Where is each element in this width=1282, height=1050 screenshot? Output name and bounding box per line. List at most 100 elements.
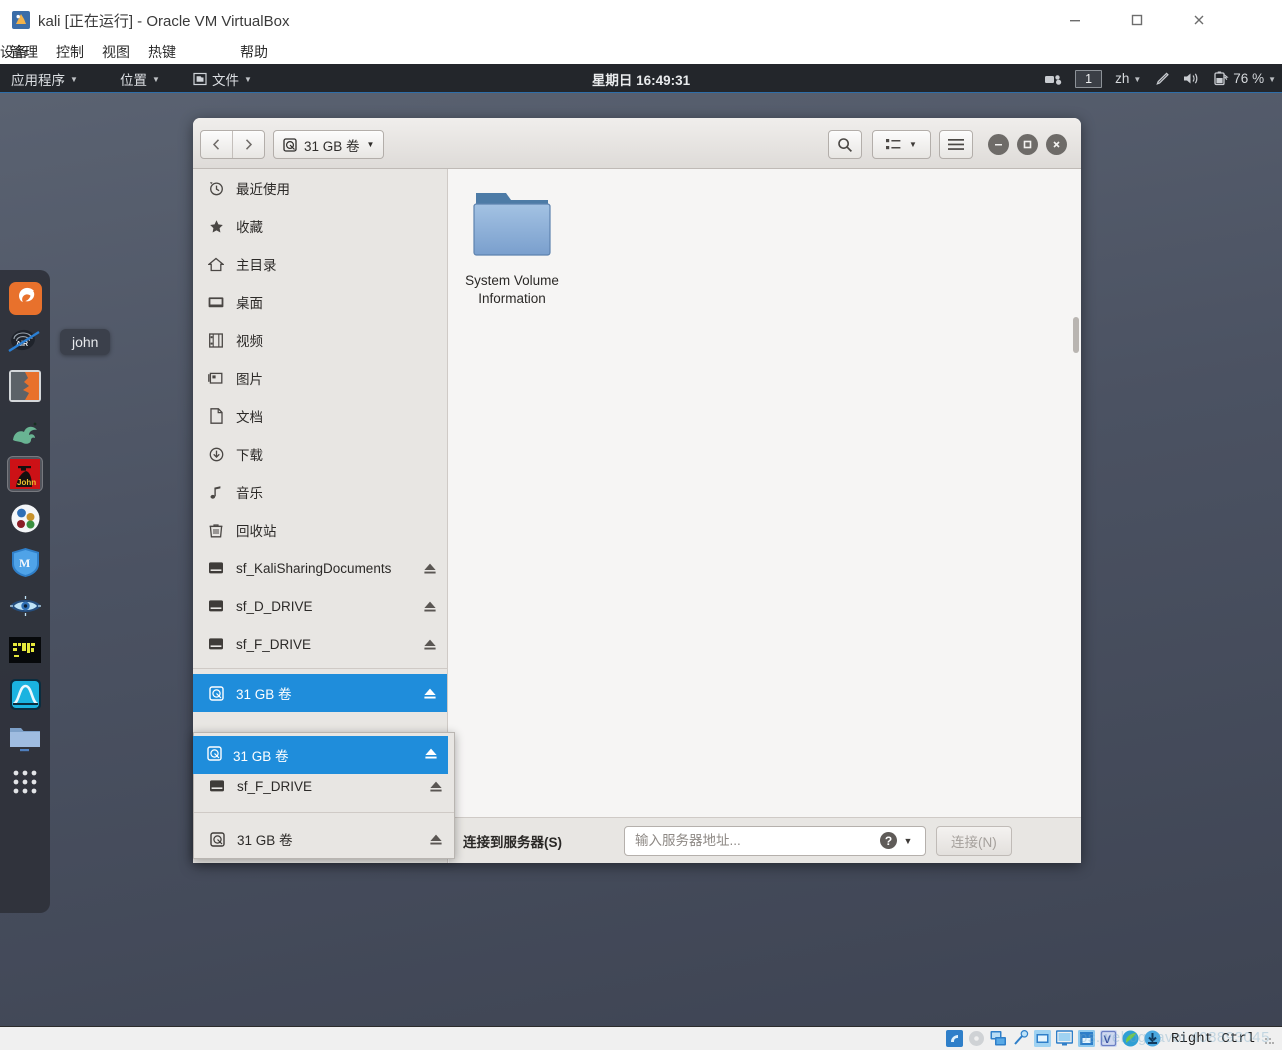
file-list-view[interactable]: System Volume Information [448,169,1081,863]
panel-workspace-indicator[interactable]: 1 [1075,69,1103,88]
sidebar-item-documents[interactable]: 文档 [193,397,447,435]
dock-item-files[interactable] [7,720,43,756]
help-icon[interactable]: ? [880,832,897,849]
eject-icon[interactable] [428,833,444,846]
sidebar-item-label: sf_KaliSharingDocuments [236,560,392,576]
drive-icon [207,685,225,701]
drive-icon [207,746,222,764]
optical-disc-icon[interactable] [968,1030,985,1047]
panel-input-source[interactable]: zh ▼ [1115,71,1141,86]
fm-close-button[interactable] [1046,134,1067,155]
network-drive-icon [207,561,225,575]
dock-item-terminal[interactable] [7,632,43,668]
sidebar-item-label: 图片 [236,372,263,387]
burpsuite-icon [9,370,41,402]
virtualization-icon[interactable]: V [1099,1030,1117,1047]
host-window-title: kali [正在运行] - Oracle VM VirtualBox [38,13,290,30]
trash-icon [207,523,225,538]
chevron-down-icon: ▼ [1268,75,1276,84]
host-menu-control[interactable]: 控制 [56,42,84,62]
sidebar-item-label: 下载 [236,448,263,463]
display-icon[interactable] [1055,1030,1073,1047]
chevron-down-icon[interactable]: ▼ [897,836,919,846]
sidebar-item-videos[interactable]: 视频 [193,321,447,359]
places-sidebar-list: 最近使用 收藏 主目录 桌面 视频 图片 文档 下载 音乐 回收站 sf_Kal… [193,169,447,712]
host-menu-view[interactable]: 视图 [102,42,130,62]
sidebar-item-desktop[interactable]: 桌面 [193,283,447,321]
film-icon [207,332,225,348]
panel-battery-indicator[interactable]: 76 % ▼ [1213,71,1276,86]
sidebar-item-downloads[interactable]: 下载 [193,435,447,473]
dock-item-burpsuite[interactable] [7,368,43,404]
sidebar-item-31gb-volume[interactable]: 31 GB 卷 [193,674,447,712]
sidebar-item-home[interactable]: 主目录 [193,245,447,283]
sidebar-item-label: 回收站 [236,524,277,539]
eject-icon[interactable] [428,780,444,793]
navigation-buttons [200,130,265,159]
shared-folder-icon[interactable] [1033,1030,1051,1047]
path-bar-button[interactable]: 31 GB 卷 ▼ [273,130,385,159]
sidebar-item-recent[interactable]: 最近使用 [193,169,447,207]
hdd-icon[interactable] [945,1030,963,1047]
eject-icon[interactable] [422,562,438,575]
panel-stylus-indicator[interactable] [1154,71,1170,87]
dock-item-aircrack-ng[interactable]: AiR [7,324,43,360]
dock-item-firefox-esr[interactable] [7,280,43,316]
connect-button[interactable]: 连接(N) [936,825,1012,856]
popup-item-31gb-volume[interactable]: 31 GB 卷 [194,818,454,858]
server-address-field[interactable]: ? ▼ [624,825,926,856]
eject-icon[interactable] [422,638,438,651]
forward-button[interactable] [233,131,264,158]
host-menu-hotkeys[interactable]: 热键 [148,42,176,62]
content-scrollbar[interactable] [1073,317,1079,353]
connect-to-server-label: 连接到服务器(S) [463,834,562,850]
resize-grip-icon[interactable] [1264,1033,1274,1045]
panel-volume-indicator[interactable] [1183,71,1200,86]
sidebar-item-trash[interactable]: 回收站 [193,511,447,549]
back-button[interactable] [201,131,233,158]
battery-charging-icon [1214,71,1229,86]
sidebar-item-sf-kalisharingdocuments[interactable]: sf_KaliSharingDocuments [193,549,447,587]
file-item[interactable]: System Volume Information [456,179,568,316]
eject-icon[interactable] [424,747,438,763]
host-maximize-button[interactable] [1124,7,1150,33]
host-minimize-button[interactable] [1062,7,1088,33]
host-close-button[interactable] [1186,7,1212,33]
mouse-integration-icon[interactable] [1122,1030,1139,1047]
server-address-input[interactable] [635,833,880,848]
sidebar-item-music[interactable]: 音乐 [193,473,447,511]
view-mode-button[interactable]: ▼ [872,130,931,159]
sidebar-item-starred[interactable]: 收藏 [193,207,447,245]
eject-icon[interactable] [422,687,438,700]
sidebar-item-label: 文档 [236,410,263,425]
panel-screencast-indicator[interactable] [1045,72,1062,86]
places-sidebar-dragged-row[interactable]: 31 GB 卷 [193,736,448,774]
host-menu-help[interactable]: 帮助 [240,42,268,62]
dock-item-beef[interactable] [7,500,43,536]
usb-icon[interactable] [1012,1030,1029,1047]
dock-item-sqlmap[interactable] [7,412,43,448]
recording-icon[interactable] [1077,1030,1095,1047]
dock-item-maltego[interactable] [7,588,43,624]
dock-item-wireshark[interactable] [7,676,43,712]
dock-item-metasploit[interactable]: M [7,544,43,580]
dock-item-show-applications[interactable] [7,764,43,800]
network-icon[interactable] [990,1030,1007,1047]
fm-minimize-button[interactable] [988,134,1009,155]
terminal-icon [9,637,41,663]
sidebar-item-sf-f-drive[interactable]: sf_F_DRIVE [193,625,447,663]
stylus-icon [1156,71,1170,85]
sidebar-item-pictures[interactable]: 图片 [193,359,447,397]
keyboard-icon[interactable] [1144,1030,1161,1047]
network-drive-icon [208,779,226,793]
document-icon [207,408,225,424]
dock-item-john-the-ripper[interactable]: John [7,456,43,492]
eject-icon[interactable] [422,600,438,613]
search-button[interactable] [828,130,862,159]
sidebar-item-sf-d-drive[interactable]: sf_D_DRIVE [193,587,447,625]
fm-maximize-button[interactable] [1017,134,1038,155]
main-menu-button[interactable] [939,130,973,159]
host-menu-devices[interactable]: 设备 [0,42,28,62]
host-title-bar: kali [正在运行] - Oracle VM VirtualBox [0,0,1282,40]
john-ripper-icon: John [10,459,40,489]
